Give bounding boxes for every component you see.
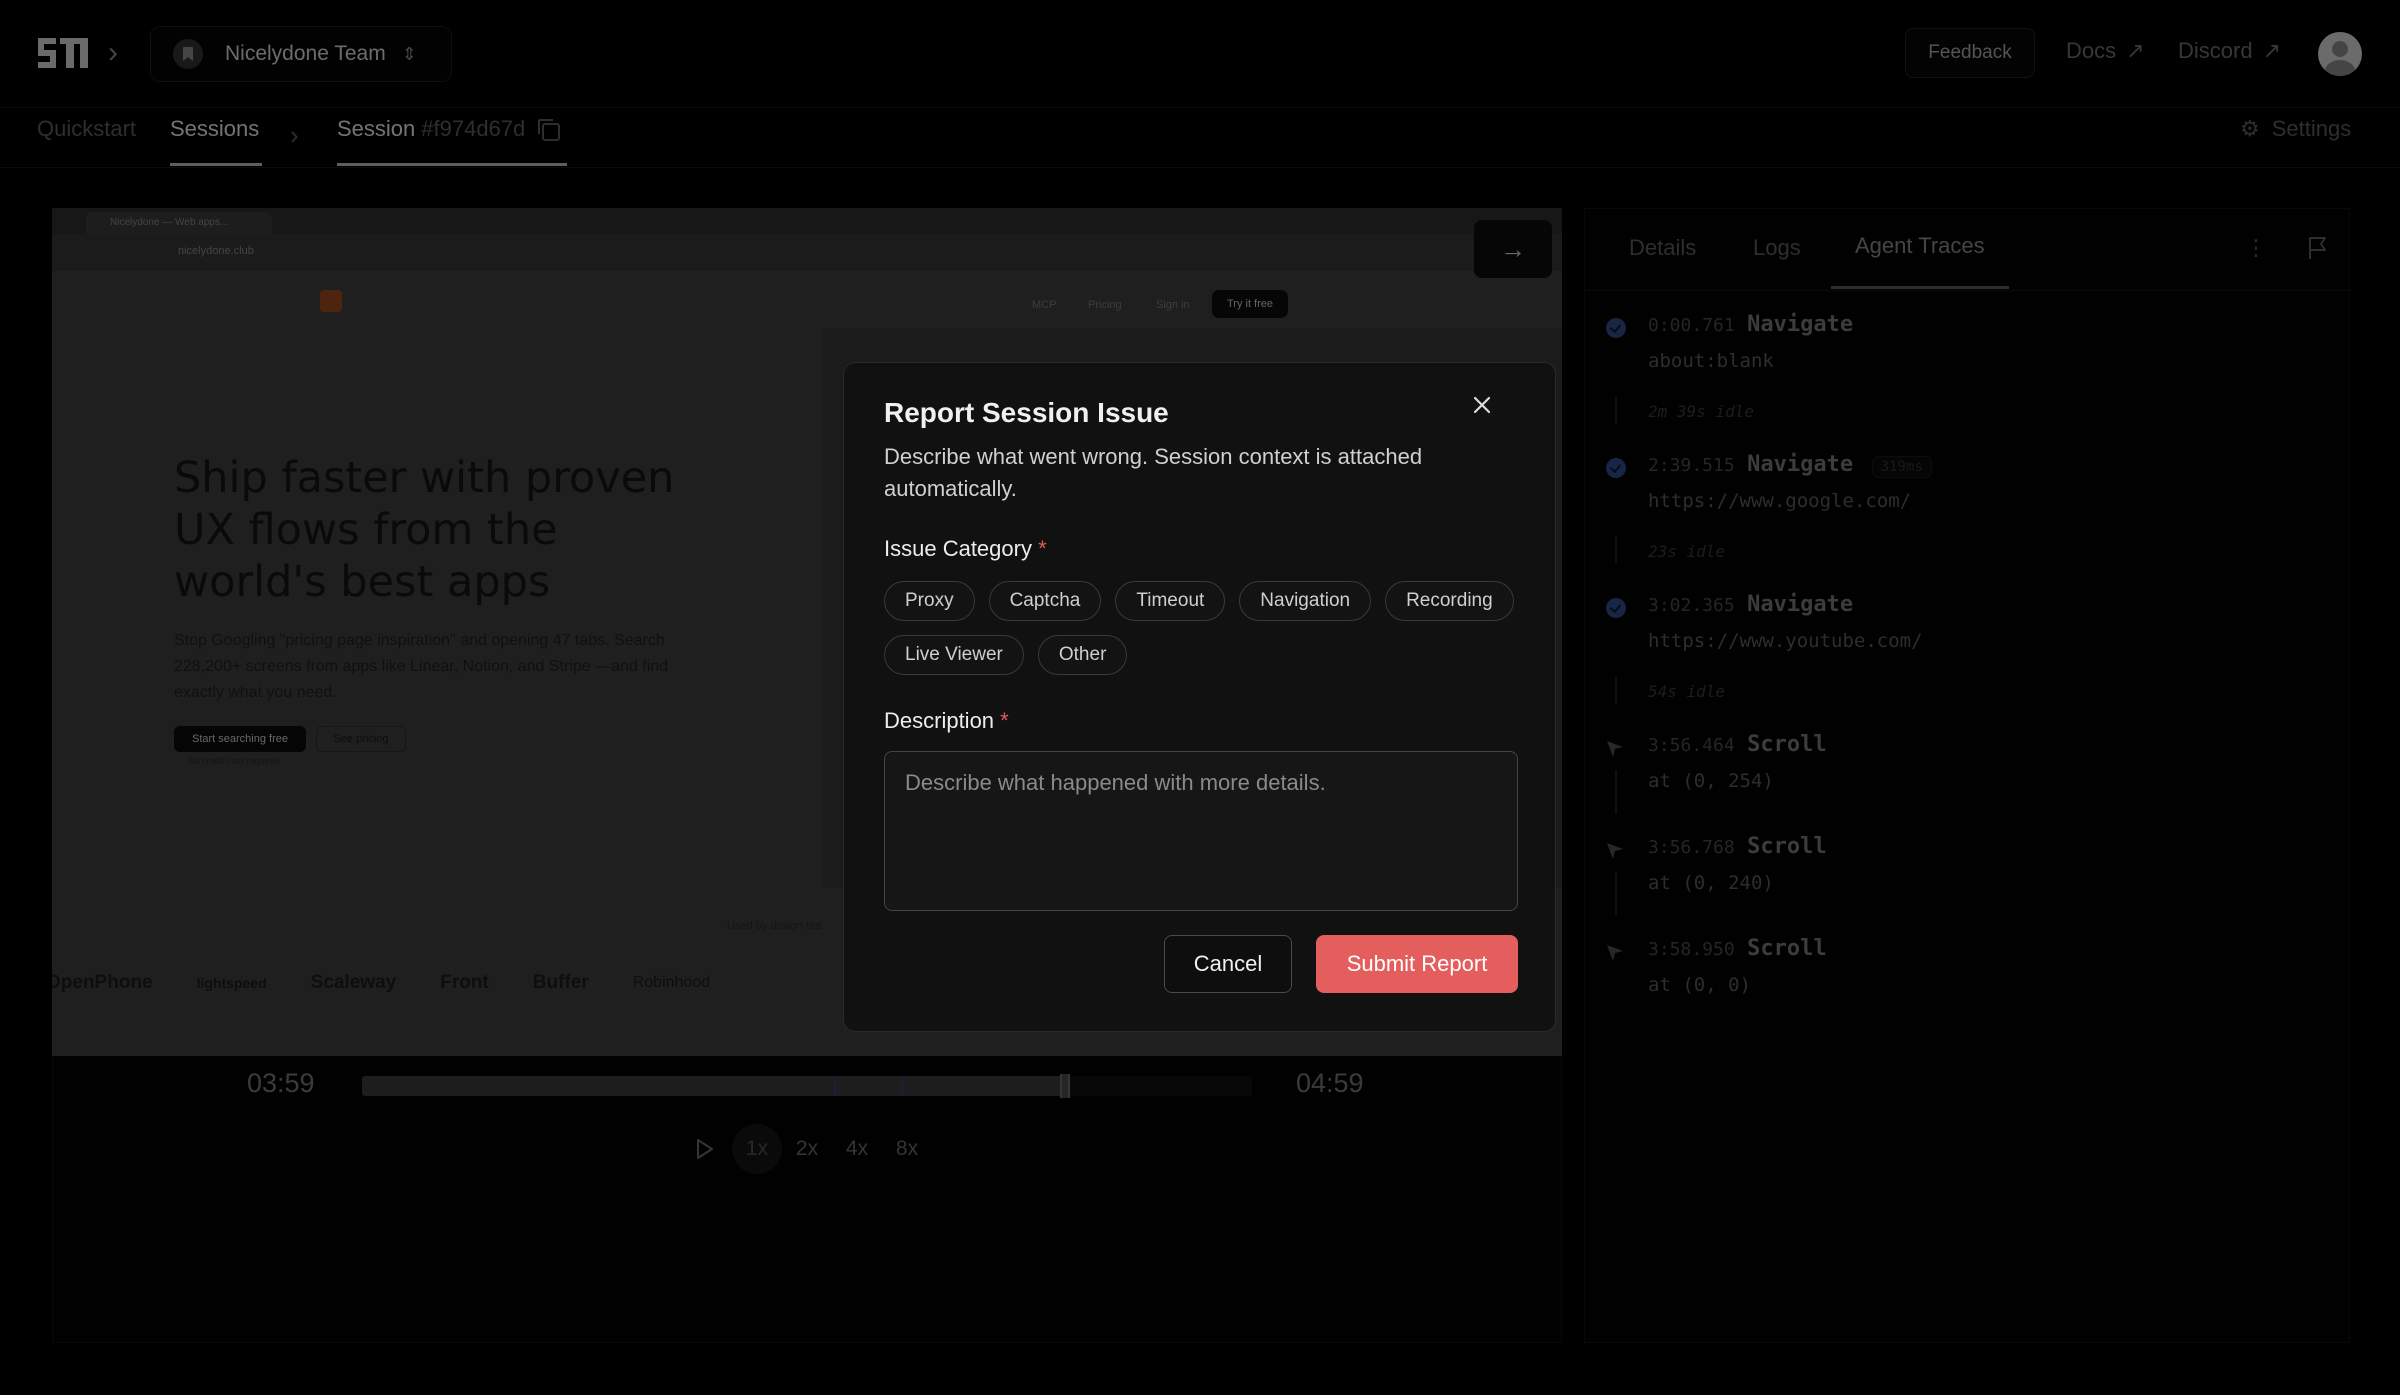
description-text: Description [884, 708, 995, 733]
cancel-button[interactable]: Cancel [1164, 935, 1292, 993]
category-chip-other[interactable]: Other [1037, 635, 1128, 675]
modal-title: Report Session Issue [884, 397, 1169, 428]
category-chip-proxy[interactable]: Proxy [884, 581, 975, 621]
required-mark: * [1000, 708, 1009, 733]
category-chip-recording[interactable]: Recording [1385, 581, 1514, 621]
submit-report-button[interactable]: Submit Report [1316, 935, 1518, 993]
report-issue-modal: Report Session Issue Describe what went … [843, 362, 1556, 1032]
issue-category-text: Issue Category [884, 536, 1032, 561]
category-chip-captcha[interactable]: Captcha [988, 581, 1102, 621]
description-textarea[interactable] [884, 751, 1518, 911]
modal-description: Describe what went wrong. Session contex… [884, 444, 1423, 501]
category-chip-timeout[interactable]: Timeout [1115, 581, 1226, 621]
category-chip-navigation[interactable]: Navigation [1239, 581, 1372, 621]
issue-category-options: Proxy Captcha Timeout Navigation Recordi… [884, 581, 1524, 675]
required-mark: * [1038, 536, 1047, 561]
issue-category-label: Issue Category * [884, 536, 1047, 562]
description-label: Description * [884, 708, 1009, 734]
close-icon [1473, 396, 1491, 414]
category-chip-live-viewer[interactable]: Live Viewer [884, 635, 1024, 675]
close-button[interactable] [1464, 387, 1500, 423]
